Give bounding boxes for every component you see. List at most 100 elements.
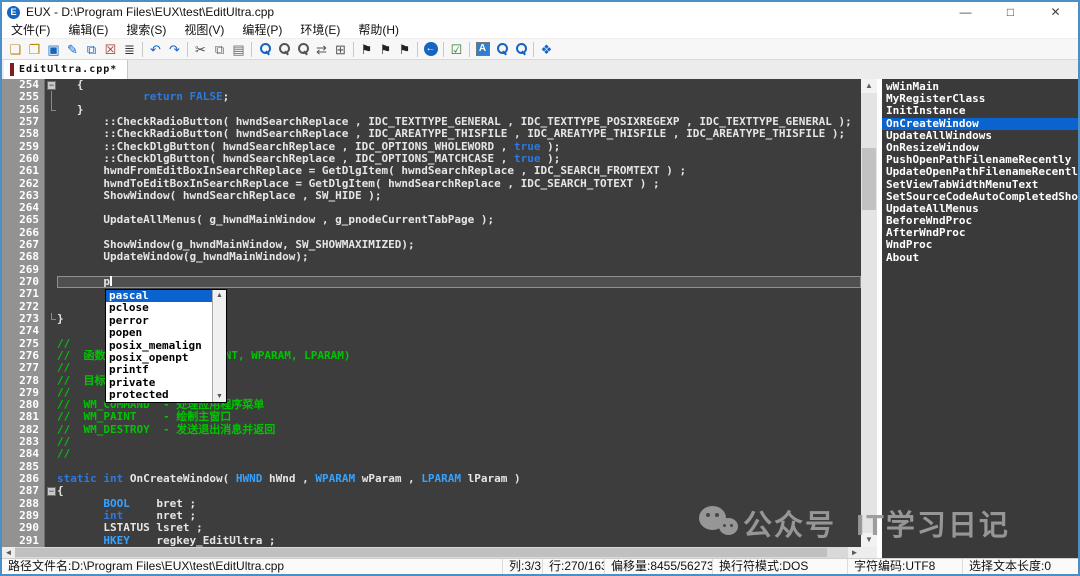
previous-bookmark-button[interactable]: ⚑‹ (376, 40, 395, 58)
find-previous-button[interactable]: ‹ (274, 40, 293, 58)
fold-cell (45, 362, 57, 374)
editor-vertical-scrollbar[interactable]: ▲ ▼ (861, 79, 877, 547)
autocomplete-item[interactable]: protected (106, 389, 212, 401)
toolbar-separator (443, 42, 444, 57)
fold-cell (45, 153, 57, 165)
cut-button[interactable]: ✂ (191, 40, 210, 58)
menu-item-1[interactable]: 编辑(E) (59, 22, 117, 39)
code-line[interactable]: // (57, 448, 861, 460)
menu-item-5[interactable]: 环境(E) (291, 22, 349, 39)
function-list-item[interactable]: SetViewTabWidthMenuText (882, 179, 1078, 191)
function-list-item[interactable]: WndProc (882, 239, 1078, 251)
code-line[interactable] (57, 264, 861, 276)
file-list-button[interactable]: ≣ (120, 40, 139, 58)
menu-item-3[interactable]: 视图(V) (175, 22, 233, 39)
status-segment-1: 列:3/3 (502, 559, 542, 574)
menu-item-2[interactable]: 搜索(S) (117, 22, 175, 39)
options-list-button[interactable]: ☑ (447, 40, 466, 58)
function-list-item[interactable]: InitInstance (882, 105, 1078, 117)
code-token (57, 497, 103, 510)
line-number: 262 (2, 178, 44, 190)
menu-item-4[interactable]: 编程(P) (233, 22, 291, 39)
function-list-item[interactable]: PushOpenPathFilenameRecently (882, 154, 1078, 166)
fold-guide (51, 91, 52, 103)
zoom-out-icon (514, 42, 528, 56)
code-line[interactable]: // (57, 436, 861, 448)
previous-bookmark-icon: ⚑ (380, 43, 392, 56)
vertical-scroll-thumb[interactable] (862, 148, 876, 210)
function-list-item[interactable]: BeforeWndProc (882, 215, 1078, 227)
scroll-down-icon[interactable]: ▼ (861, 533, 877, 547)
maximize-button[interactable]: □ (988, 2, 1033, 22)
zoom-out-button[interactable]: − (511, 40, 530, 58)
menu-item-6[interactable]: 帮助(H) (349, 22, 408, 39)
function-list-item[interactable]: OnResizeWindow (882, 142, 1078, 154)
code-line[interactable]: ShowWindow( hwndSearchReplace , SW_HIDE … (57, 190, 861, 202)
scroll-up-icon[interactable]: ▲ (213, 292, 226, 299)
tab-label: EditUltra.cpp* (19, 64, 117, 75)
save-all-files-button[interactable]: ⧉ (82, 40, 101, 58)
code-token (57, 509, 103, 522)
save-all-files-icon: ⧉ (87, 43, 96, 56)
horizontal-scroll-thumb[interactable] (15, 548, 827, 557)
scroll-left-icon[interactable]: ◄ (2, 547, 15, 558)
function-list-item[interactable]: UpdateAllWindows (882, 130, 1078, 142)
current-code-line[interactable]: p (57, 276, 861, 288)
close-button[interactable]: ✕ (1033, 2, 1078, 22)
fold-cell (45, 190, 57, 202)
tab-editultra-cpp[interactable]: EditUltra.cpp* (4, 60, 128, 79)
find-previous-icon (277, 42, 291, 56)
redo-button[interactable]: ↷ (165, 40, 184, 58)
function-list-item[interactable]: UpdateAllMenus (882, 203, 1078, 215)
about-button[interactable]: ❖ (537, 40, 556, 58)
editor-horizontal-scrollbar[interactable]: ◄ ► (2, 547, 861, 558)
code-line[interactable]: static int OnCreateWindow( HWND hWnd , W… (57, 473, 861, 485)
zoom-in-button[interactable]: + (492, 40, 511, 58)
scroll-track (827, 547, 848, 558)
autocomplete-scrollbar[interactable]: ▲ ▼ (212, 290, 226, 402)
fold-cell (45, 375, 57, 387)
autocomplete-item[interactable]: printf (106, 364, 212, 376)
replace-button[interactable]: ⇄ (312, 40, 331, 58)
autocomplete-item[interactable]: pclose (106, 302, 212, 314)
syntax-color-button[interactable]: A (473, 40, 492, 58)
code-token: UpdateWindow(g_hwndMainWindow); (57, 250, 309, 263)
replace-in-files-button[interactable]: ⊞ (331, 40, 350, 58)
fold-collapse-icon[interactable]: − (47, 81, 56, 90)
menu-item-0[interactable]: 文件(F) (2, 22, 59, 39)
next-bookmark-button[interactable]: ⚑› (395, 40, 414, 58)
go-back-button[interactable]: ← (421, 40, 440, 58)
function-list-item[interactable]: OnCreateWindow (882, 118, 1078, 130)
find-next-button[interactable]: › (293, 40, 312, 58)
fold-cell (45, 522, 57, 534)
function-list-item[interactable]: UpdateOpenPathFilenameRecently (882, 166, 1078, 178)
toggle-bookmark-button[interactable]: ⚑ (357, 40, 376, 58)
copy-button[interactable]: ⧉ (210, 40, 229, 58)
undo-button[interactable]: ↶ (146, 40, 165, 58)
fold-collapse-icon[interactable]: − (47, 487, 56, 496)
function-list-item[interactable]: AfterWndProc (882, 227, 1078, 239)
function-list-item[interactable]: About (882, 252, 1078, 264)
code-line[interactable]: HKEY regkey_EditUltra ; (57, 535, 861, 547)
function-list-item[interactable]: wWinMain (882, 81, 1078, 93)
open-file-button[interactable]: ❐ (25, 40, 44, 58)
scroll-up-icon[interactable]: ▲ (861, 79, 877, 93)
minimize-button[interactable]: — (943, 2, 988, 22)
code-token: // (57, 435, 70, 448)
code-token: ; (223, 90, 230, 103)
close-file-button[interactable]: ☒ (101, 40, 120, 58)
code-line[interactable]: // WM_DESTROY - 发送退出消息并返回 (57, 424, 861, 436)
function-list-item[interactable]: SetSourceCodeAutoCompletedShowAf (882, 191, 1078, 203)
new-file-button[interactable]: ❏ (6, 40, 25, 58)
code-line[interactable]: UpdateAllMenus( g_hwndMainWindow , g_pno… (57, 214, 861, 226)
function-list-item[interactable]: MyRegisterClass (882, 93, 1078, 105)
paste-button[interactable]: ▤ (229, 40, 248, 58)
scroll-down-icon[interactable]: ▼ (213, 393, 226, 400)
scroll-right-icon[interactable]: ► (848, 547, 861, 558)
save-file-as-button[interactable]: ✎ (63, 40, 82, 58)
code-line[interactable]: UpdateWindow(g_hwndMainWindow); (57, 251, 861, 263)
code-line[interactable]: return FALSE; (57, 91, 861, 103)
find-button[interactable] (255, 40, 274, 58)
autocomplete-item[interactable]: popen (106, 327, 212, 339)
save-file-button[interactable]: ▣ (44, 40, 63, 58)
